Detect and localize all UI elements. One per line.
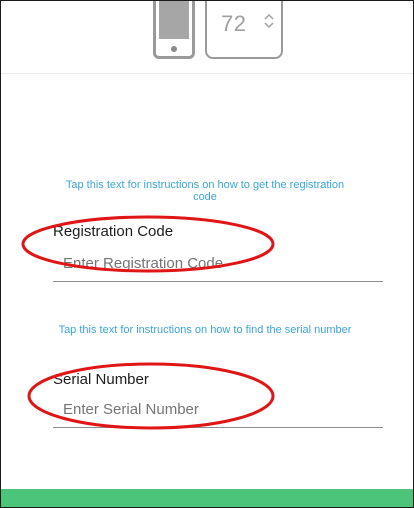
thermostat-temp: 72 — [221, 11, 247, 36]
device-illustration: 72 — [1, 1, 413, 73]
phone-icon — [153, 1, 195, 59]
registration-code-underline — [53, 281, 383, 282]
serial-number-underline — [53, 427, 383, 428]
bottom-action-bar[interactable] — [1, 489, 413, 507]
up-down-chevron-icon — [264, 13, 274, 29]
registration-code-input[interactable] — [63, 255, 363, 272]
serial-number-label: Serial Number — [53, 371, 149, 388]
app-screen: 72 Tap this text for instructions on how… — [0, 0, 414, 508]
serial-number-input[interactable] — [63, 401, 363, 418]
thermostat-icon: 72 — [205, 1, 283, 59]
registration-code-label: Registration Code — [53, 223, 174, 240]
serial-help-link[interactable]: Tap this text for instructions on how to… — [55, 324, 355, 336]
registration-help-link[interactable]: Tap this text for instructions on how to… — [55, 179, 355, 203]
header-divider — [1, 73, 413, 74]
